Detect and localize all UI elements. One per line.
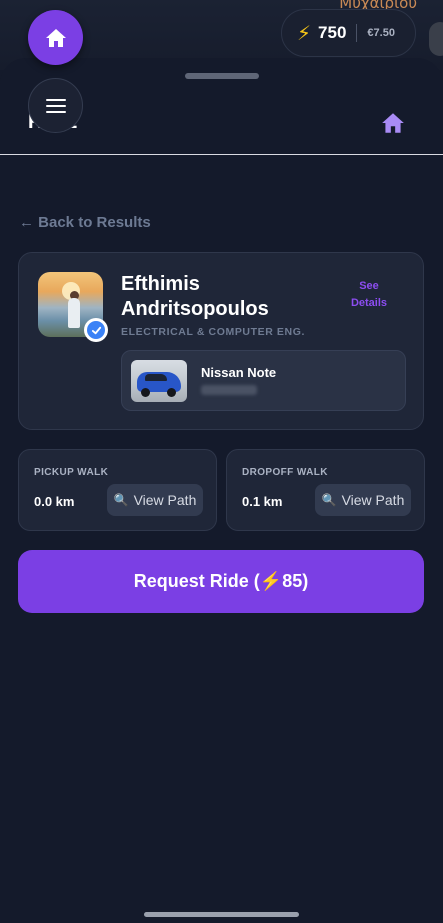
driver-card: Efthimis Andritsopoulos ELECTRICAL & COM… <box>18 252 424 430</box>
menu-icon-bar <box>45 110 66 113</box>
dropoff-view-path-button[interactable]: 🔍 View Path <box>315 484 411 516</box>
pickup-walk-card: PICKUP WALK 0.0 km 🔍 View Path <box>18 449 217 531</box>
back-to-results-link[interactable]: ← Back to Results <box>19 214 151 231</box>
see-details-link[interactable]: See Details <box>343 278 395 312</box>
credits-euro-value: €7.50 <box>367 27 395 39</box>
driver-department: ELECTRICAL & COMPUTER ENG. <box>121 326 305 338</box>
credits-balance[interactable]: ⚡ 750 €7.50 <box>281 9 416 57</box>
home-icon[interactable] <box>380 110 406 136</box>
car-wheel <box>167 388 176 397</box>
car-wheel <box>141 388 150 397</box>
bolt-icon: ⚡ <box>297 21 312 45</box>
pickup-walk-distance: 0.0 km <box>34 494 75 509</box>
view-path-label: View Path <box>341 492 405 508</box>
dropoff-walk-label: DROPOFF WALK <box>242 467 328 478</box>
car-model: Nissan Note <box>201 365 277 380</box>
car-info: Nissan Note <box>121 350 406 411</box>
menu-icon-bar <box>45 104 66 107</box>
driver-name: Efthimis Andritsopoulos <box>121 273 269 320</box>
car-image <box>131 360 187 402</box>
header-divider <box>0 154 443 155</box>
search-icon: 🔍 <box>321 493 337 507</box>
menu-icon <box>45 98 66 101</box>
credits-amount: 750 <box>318 23 347 42</box>
dropoff-walk-card: DROPOFF WALK 0.1 km 🔍 View Path <box>226 449 425 531</box>
search-icon: 🔍 <box>113 493 129 507</box>
car-window <box>145 374 167 381</box>
avatar-body <box>68 298 80 328</box>
menu-button[interactable] <box>28 78 83 133</box>
verified-check-icon <box>87 321 105 339</box>
car-plate-redacted <box>201 385 257 395</box>
pickup-view-path-button[interactable]: 🔍 View Path <box>107 484 203 516</box>
dropoff-walk-distance: 0.1 km <box>242 494 283 509</box>
view-path-label: View Path <box>133 492 197 508</box>
credits-separator <box>356 24 358 42</box>
home-icon <box>45 28 66 47</box>
map-control[interactable] <box>429 22 443 56</box>
ride-details-sheet: RIDE ← Back to Results Efthimis Andritso… <box>0 58 443 923</box>
pickup-walk-label: PICKUP WALK <box>34 467 109 478</box>
request-ride-button[interactable]: Request Ride (⚡85) <box>18 550 424 613</box>
sheet-grab-handle[interactable] <box>185 73 259 79</box>
verified-badge <box>84 318 108 342</box>
home-button[interactable] <box>28 10 83 65</box>
home-indicator[interactable] <box>144 912 299 917</box>
